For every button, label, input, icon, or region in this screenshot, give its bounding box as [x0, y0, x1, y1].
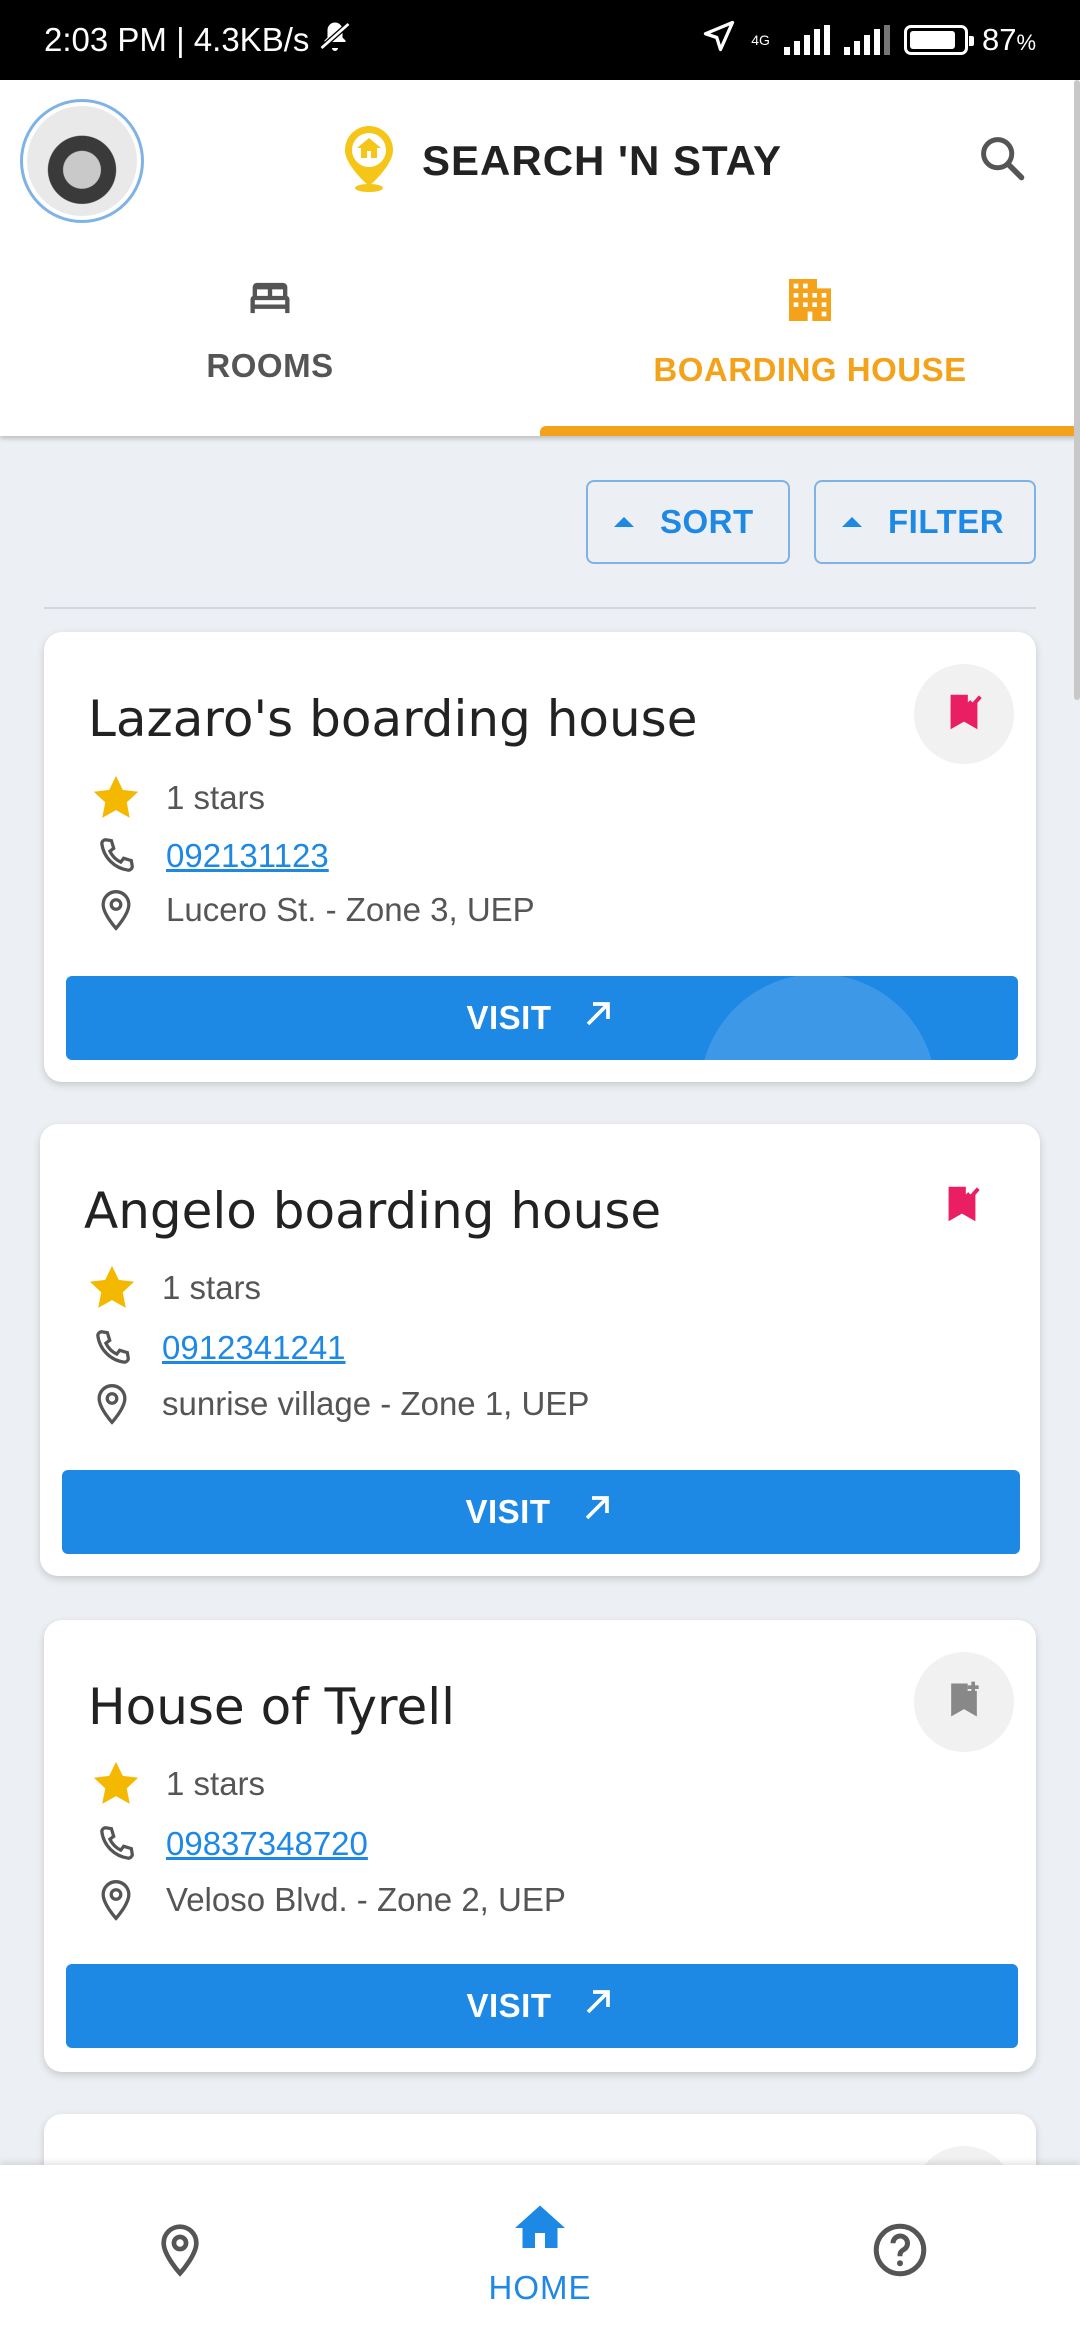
address-text: sunrise village - Zone 1, UEP [162, 1385, 590, 1422]
bookmark-button[interactable] [914, 664, 1014, 764]
caret-up-icon [614, 517, 634, 527]
visit-button[interactable]: VISIT [66, 1964, 1018, 2048]
visit-button[interactable]: VISIT [62, 1470, 1020, 1554]
rating-text: 1 stars [162, 1269, 262, 1306]
listing-card: Lazaro's boarding house 1 stars 09213112… [44, 632, 1036, 1082]
rating-text: 1 stars [166, 779, 266, 816]
app-header: SEARCH 'N STAY [0, 80, 1080, 240]
arrow-up-right-icon [578, 994, 618, 1042]
network-type: 4G [751, 32, 770, 48]
star-icon [88, 770, 144, 826]
filter-label: FILTER [888, 503, 1005, 540]
map-pin-icon [152, 2222, 208, 2283]
phone-icon [88, 828, 144, 884]
caret-up-icon [842, 517, 862, 527]
app-brand: SEARCH 'N STAY [338, 122, 782, 199]
signal-strength-icon-2 [843, 25, 890, 55]
address-text: Lucero St. - Zone 3, UEP [166, 891, 535, 928]
phone-link[interactable]: 09837348720 [166, 1825, 368, 1863]
listing-title: Lazaro's boarding house [88, 690, 698, 748]
address-row: sunrise village - Zone 1, UEP [84, 1376, 589, 1432]
phone-icon [88, 1816, 144, 1872]
scrollbar[interactable] [1074, 80, 1080, 700]
help-icon [870, 2220, 930, 2285]
tab-boarding-house[interactable]: BOARDING HOUSE [540, 240, 1080, 436]
address-row: Veloso Blvd. - Zone 2, UEP [88, 1872, 566, 1928]
bookmark-saved-icon [939, 1181, 985, 1232]
rating-text: 1 stars [166, 1765, 266, 1802]
battery-icon [903, 25, 974, 55]
battery-percent: 87 [981, 22, 1017, 57]
divider [44, 607, 1036, 609]
search-button[interactable] [970, 128, 1034, 192]
visit-label: VISIT [466, 1987, 552, 2024]
phone-link[interactable]: 092131123 [166, 837, 329, 875]
rating-row: 1 stars [88, 1756, 265, 1812]
bookmark-button[interactable] [912, 1156, 1012, 1256]
phone-row: 0912341241 [84, 1320, 346, 1376]
tab-boarding-house-label: BOARDING HOUSE [653, 351, 967, 388]
arrow-up-right-icon [577, 1488, 617, 1536]
signal-strength-icon [783, 25, 830, 55]
rating-row: 1 stars [88, 770, 265, 826]
bookmark-button[interactable] [914, 1652, 1014, 1752]
status-bar: 2:03 PM | 4.3KB/s 4G 87% [0, 0, 1080, 80]
location-pin-icon [84, 1376, 140, 1432]
arrow-up-right-icon [578, 1982, 618, 2030]
location-pin-icon [88, 1872, 144, 1928]
tab-bar: ROOMS BOARDING HOUSE [0, 240, 1080, 436]
tab-rooms[interactable]: ROOMS [0, 240, 540, 436]
listing-card: House of Tyrell 1 stars 09837348720 Velo… [44, 1620, 1036, 2072]
listing-title: Angelo boarding house [84, 1182, 662, 1240]
rating-row: 1 stars [84, 1260, 261, 1316]
star-icon [88, 1756, 144, 1812]
location-pin-icon [88, 882, 144, 938]
phone-link[interactable]: 0912341241 [162, 1329, 346, 1367]
location-arrow-icon [701, 18, 737, 62]
battery-unit: % [1016, 30, 1036, 55]
ripple [700, 976, 936, 1060]
list-controls: SORT FILTER [586, 480, 1036, 564]
bed-icon [244, 272, 296, 329]
mute-notification-icon [317, 18, 353, 62]
app-title: SEARCH 'N STAY [422, 136, 783, 184]
sort-label: SORT [660, 503, 754, 540]
phone-row: 09837348720 [88, 1816, 368, 1872]
filter-button[interactable]: FILTER [814, 480, 1036, 564]
nav-map[interactable] [0, 2165, 360, 2340]
tab-rooms-label: ROOMS [206, 347, 334, 384]
bookmark-saved-icon [941, 689, 987, 740]
sort-button[interactable]: SORT [586, 480, 790, 564]
bottom-navigation: HOME [0, 2165, 1080, 2340]
phone-row: 092131123 [88, 828, 329, 884]
nav-home-label: HOME [488, 2269, 592, 2306]
building-icon [782, 272, 838, 333]
status-time-speed: 2:03 PM | 4.3KB/s [44, 21, 310, 58]
address-text: Veloso Blvd. - Zone 2, UEP [166, 1881, 566, 1918]
visit-button[interactable]: VISIT [66, 976, 1018, 1060]
star-icon [84, 1260, 140, 1316]
search-icon [976, 132, 1028, 189]
visit-label: VISIT [465, 1493, 551, 1530]
house-pin-icon [338, 122, 400, 199]
visit-label: VISIT [466, 999, 552, 1036]
bookmark-add-icon [942, 1678, 986, 1727]
avatar[interactable] [20, 99, 144, 223]
nav-home[interactable]: HOME [360, 2165, 720, 2340]
phone-icon [84, 1320, 140, 1376]
listing-card: Angelo boarding house 1 stars 0912341241… [40, 1124, 1040, 1576]
nav-help[interactable] [720, 2165, 1080, 2340]
home-icon [510, 2198, 570, 2263]
address-row: Lucero St. - Zone 3, UEP [88, 882, 535, 938]
listing-title: House of Tyrell [88, 1678, 456, 1736]
